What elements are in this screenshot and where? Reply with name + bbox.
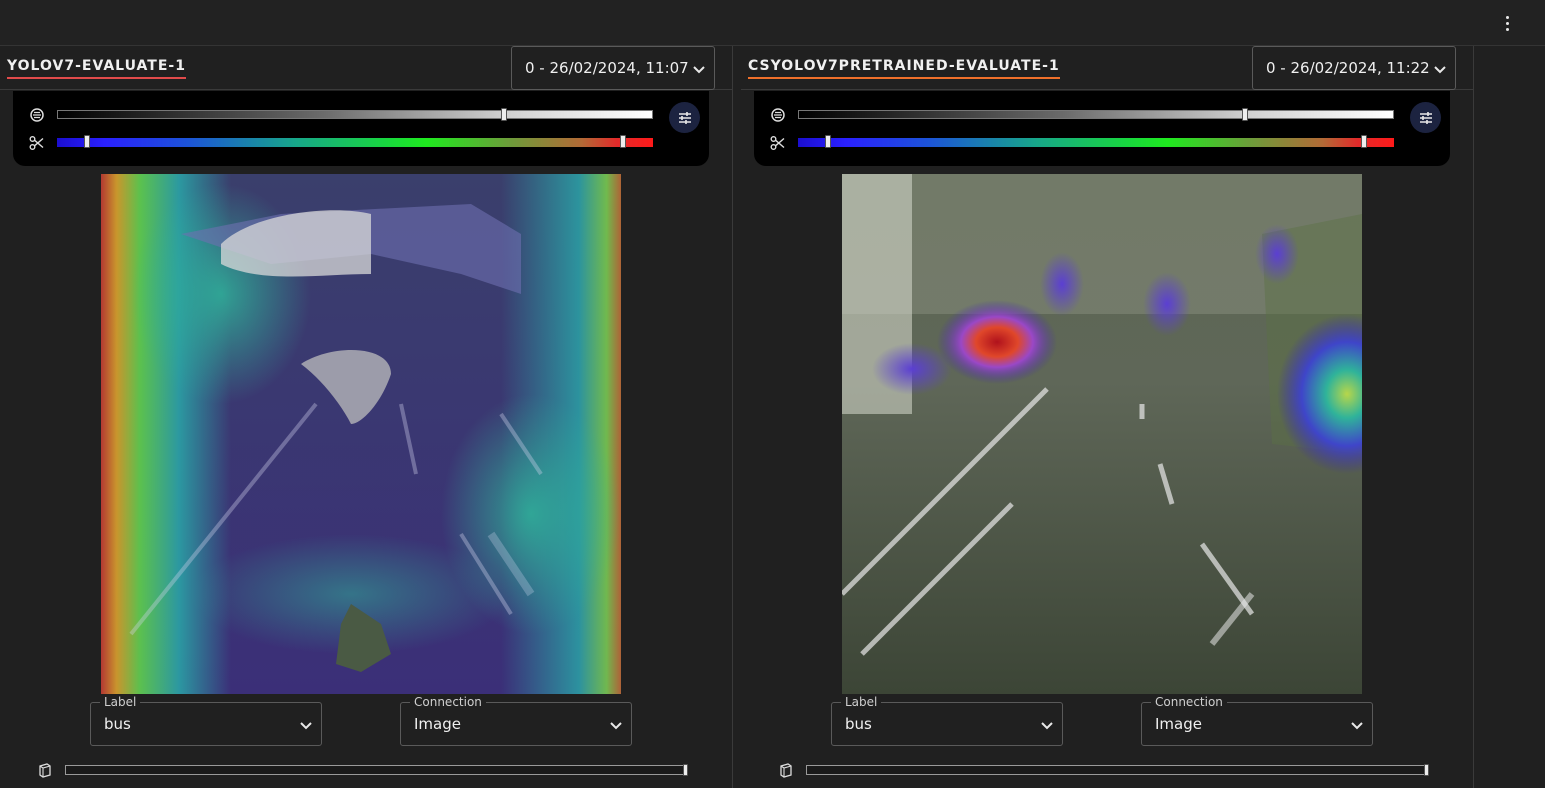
app-root: YOLOV7-EVALUATE-1 0 - 26/02/2024, 11:07 — [0, 0, 1545, 788]
connection-select-legend: Connection — [1151, 695, 1227, 709]
heatmap-controls — [13, 91, 709, 166]
run-select[interactable]: 0 - 26/02/2024, 11:22 — [1252, 46, 1456, 90]
scissors-icon — [770, 136, 785, 150]
clip-range-slider[interactable] — [798, 135, 1394, 148]
clip-range-min-thumb[interactable] — [824, 135, 831, 148]
heatmap-image — [101, 174, 621, 694]
chevron-down-icon — [610, 722, 622, 730]
run-select[interactable]: 0 - 26/02/2024, 11:07 — [511, 46, 715, 90]
label-select[interactable]: Label bus — [90, 695, 322, 746]
label-select-legend: Label — [841, 695, 882, 709]
chevron-down-icon — [693, 66, 705, 74]
clip-range-min-thumb[interactable] — [83, 135, 90, 148]
tune-button[interactable] — [669, 102, 700, 133]
layer-slider-thumb[interactable] — [683, 764, 688, 776]
label-select-value: bus — [104, 715, 131, 733]
chevron-down-icon — [1041, 722, 1053, 730]
stack-icon — [39, 763, 51, 778]
comparison-panel-right: CSYOLOV7PRETRAINED-EVALUATE-1 0 - 26/02/… — [741, 46, 1474, 788]
clip-range-max-thumb[interactable] — [1361, 135, 1368, 148]
opacity-icon — [30, 108, 44, 122]
connection-select[interactable]: Connection Image — [400, 695, 632, 746]
more-vertical-icon[interactable] — [1497, 12, 1517, 34]
layer-slider[interactable] — [65, 764, 688, 776]
chevron-down-icon — [300, 722, 312, 730]
layer-slider-thumb[interactable] — [1424, 764, 1429, 776]
tune-icon — [678, 111, 691, 124]
chevron-down-icon — [1351, 722, 1363, 730]
label-select-value: bus — [845, 715, 872, 733]
experiment-title[interactable]: CSYOLOV7PRETRAINED-EVALUATE-1 — [748, 58, 1060, 79]
connection-select-value: Image — [1155, 715, 1202, 733]
tune-icon — [1419, 111, 1432, 124]
connection-select[interactable]: Connection Image — [1141, 695, 1373, 746]
stack-icon — [780, 763, 792, 778]
tune-button[interactable] — [1410, 102, 1441, 133]
comparison-panel-left: YOLOV7-EVALUATE-1 0 - 26/02/2024, 11:07 — [0, 46, 733, 788]
label-select-legend: Label — [100, 695, 141, 709]
opacity-icon — [771, 108, 785, 122]
top-bar — [0, 0, 1545, 46]
connection-select-legend: Connection — [410, 695, 486, 709]
opacity-slider[interactable] — [57, 108, 653, 121]
street-scene-heatmap-overlay — [842, 174, 1362, 694]
connection-select-value: Image — [414, 715, 461, 733]
run-select-value: 0 - 26/02/2024, 11:07 — [525, 59, 689, 77]
opacity-slider-thumb[interactable] — [1241, 108, 1248, 121]
street-scene-heatmap-overlay — [101, 174, 621, 694]
panel-header: CSYOLOV7PRETRAINED-EVALUATE-1 0 - 26/02/… — [741, 46, 1473, 90]
heatmap-image — [842, 174, 1362, 694]
scissors-icon — [29, 136, 44, 150]
heatmap-controls — [754, 91, 1450, 166]
run-select-value: 0 - 26/02/2024, 11:22 — [1266, 59, 1430, 77]
label-select[interactable]: Label bus — [831, 695, 1063, 746]
opacity-slider[interactable] — [798, 108, 1394, 121]
layer-slider[interactable] — [806, 764, 1429, 776]
clip-range-slider[interactable] — [57, 135, 653, 148]
panel-header: YOLOV7-EVALUATE-1 0 - 26/02/2024, 11:07 — [0, 46, 732, 90]
experiment-title[interactable]: YOLOV7-EVALUATE-1 — [7, 58, 186, 79]
chevron-down-icon — [1434, 66, 1446, 74]
clip-range-max-thumb[interactable] — [620, 135, 627, 148]
opacity-slider-thumb[interactable] — [500, 108, 507, 121]
